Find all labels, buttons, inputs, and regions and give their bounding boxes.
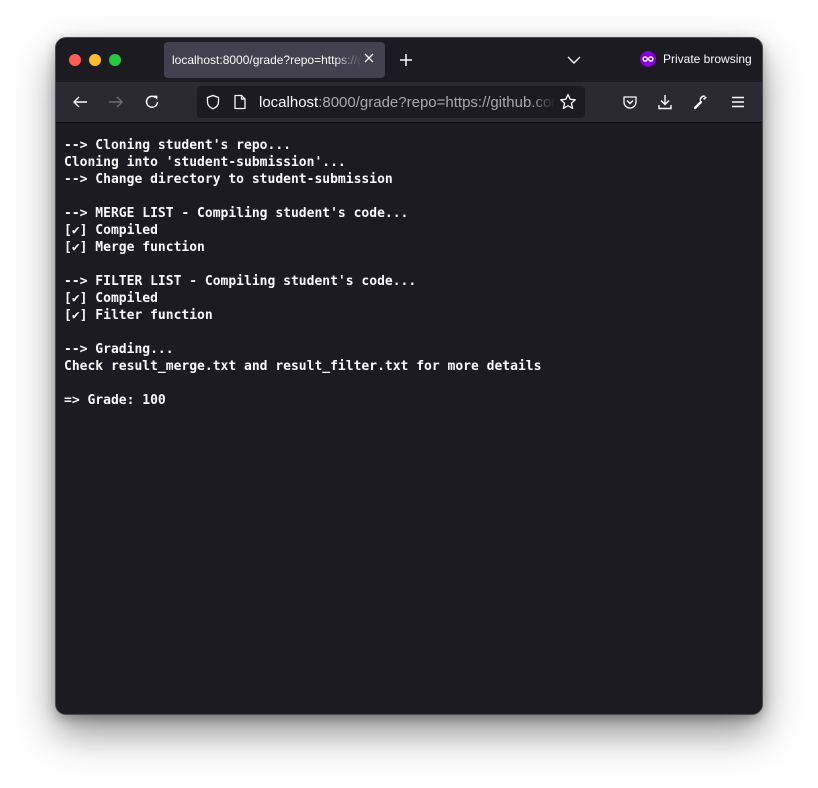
output-line: Check result_merge.txt and result_filter…	[64, 359, 542, 374]
output-line: --> Change directory to student-submissi…	[64, 172, 393, 187]
url-path: :8000/grade?repo=https://github.com/	[318, 94, 555, 111]
url-bar[interactable]: localhost:8000/grade?repo=https://github…	[197, 86, 585, 118]
output-line: Cloning into 'student-submission'...	[64, 155, 346, 170]
pocket-icon[interactable]	[622, 94, 638, 110]
private-browsing-label: Private browsing	[663, 52, 752, 66]
star-icon[interactable]	[559, 93, 577, 111]
private-browsing-indicator: Private browsing	[640, 51, 752, 67]
output-line: --> MERGE LIST - Compiling student's cod…	[64, 206, 409, 221]
new-tab-icon[interactable]	[399, 53, 413, 67]
download-icon[interactable]	[657, 94, 673, 110]
output-line: [✔] Filter function	[64, 308, 213, 323]
grader-output: --> Cloning student's repo... Cloning int…	[56, 123, 762, 409]
navigation-toolbar: localhost:8000/grade?repo=https://github…	[56, 82, 762, 123]
private-browsing-mask-icon	[640, 51, 656, 67]
output-line: [✔] Compiled	[64, 291, 158, 306]
arrow-left-icon[interactable]	[72, 94, 88, 110]
url-field[interactable]: localhost:8000/grade?repo=https://github…	[259, 94, 555, 111]
tab-active[interactable]: localhost:8000/grade?repo=https://github…	[164, 42, 385, 78]
chevron-down-icon[interactable]	[567, 55, 581, 65]
window-close-button[interactable]	[69, 54, 81, 66]
tracking-protection-shield-icon[interactable]	[205, 94, 221, 110]
browser-window: localhost:8000/grade?repo=https://github…	[56, 38, 762, 714]
window-maximize-button[interactable]	[109, 54, 121, 66]
close-tab-icon[interactable]	[363, 52, 375, 64]
grade-line: => Grade: 100	[64, 393, 166, 408]
page-content: --> Cloning student's repo... Cloning int…	[56, 123, 762, 714]
hamburger-menu-icon[interactable]	[730, 94, 746, 110]
page-icon[interactable]	[233, 94, 247, 110]
output-line: [✔] Merge function	[64, 240, 205, 255]
wrench-icon[interactable]	[693, 94, 709, 110]
reload-icon[interactable]	[144, 94, 160, 110]
window-minimize-button[interactable]	[89, 54, 101, 66]
tab-title: localhost:8000/grade?repo=https://github…	[172, 53, 362, 67]
arrow-right-icon[interactable]	[108, 94, 124, 110]
url-host: localhost	[259, 94, 319, 111]
output-line: [✔] Compiled	[64, 223, 158, 238]
output-line: --> Cloning student's repo...	[64, 138, 291, 153]
output-line: --> Grading...	[64, 342, 174, 357]
output-line: --> FILTER LIST - Compiling student's co…	[64, 274, 417, 289]
title-bar: localhost:8000/grade?repo=https://github…	[56, 38, 762, 82]
